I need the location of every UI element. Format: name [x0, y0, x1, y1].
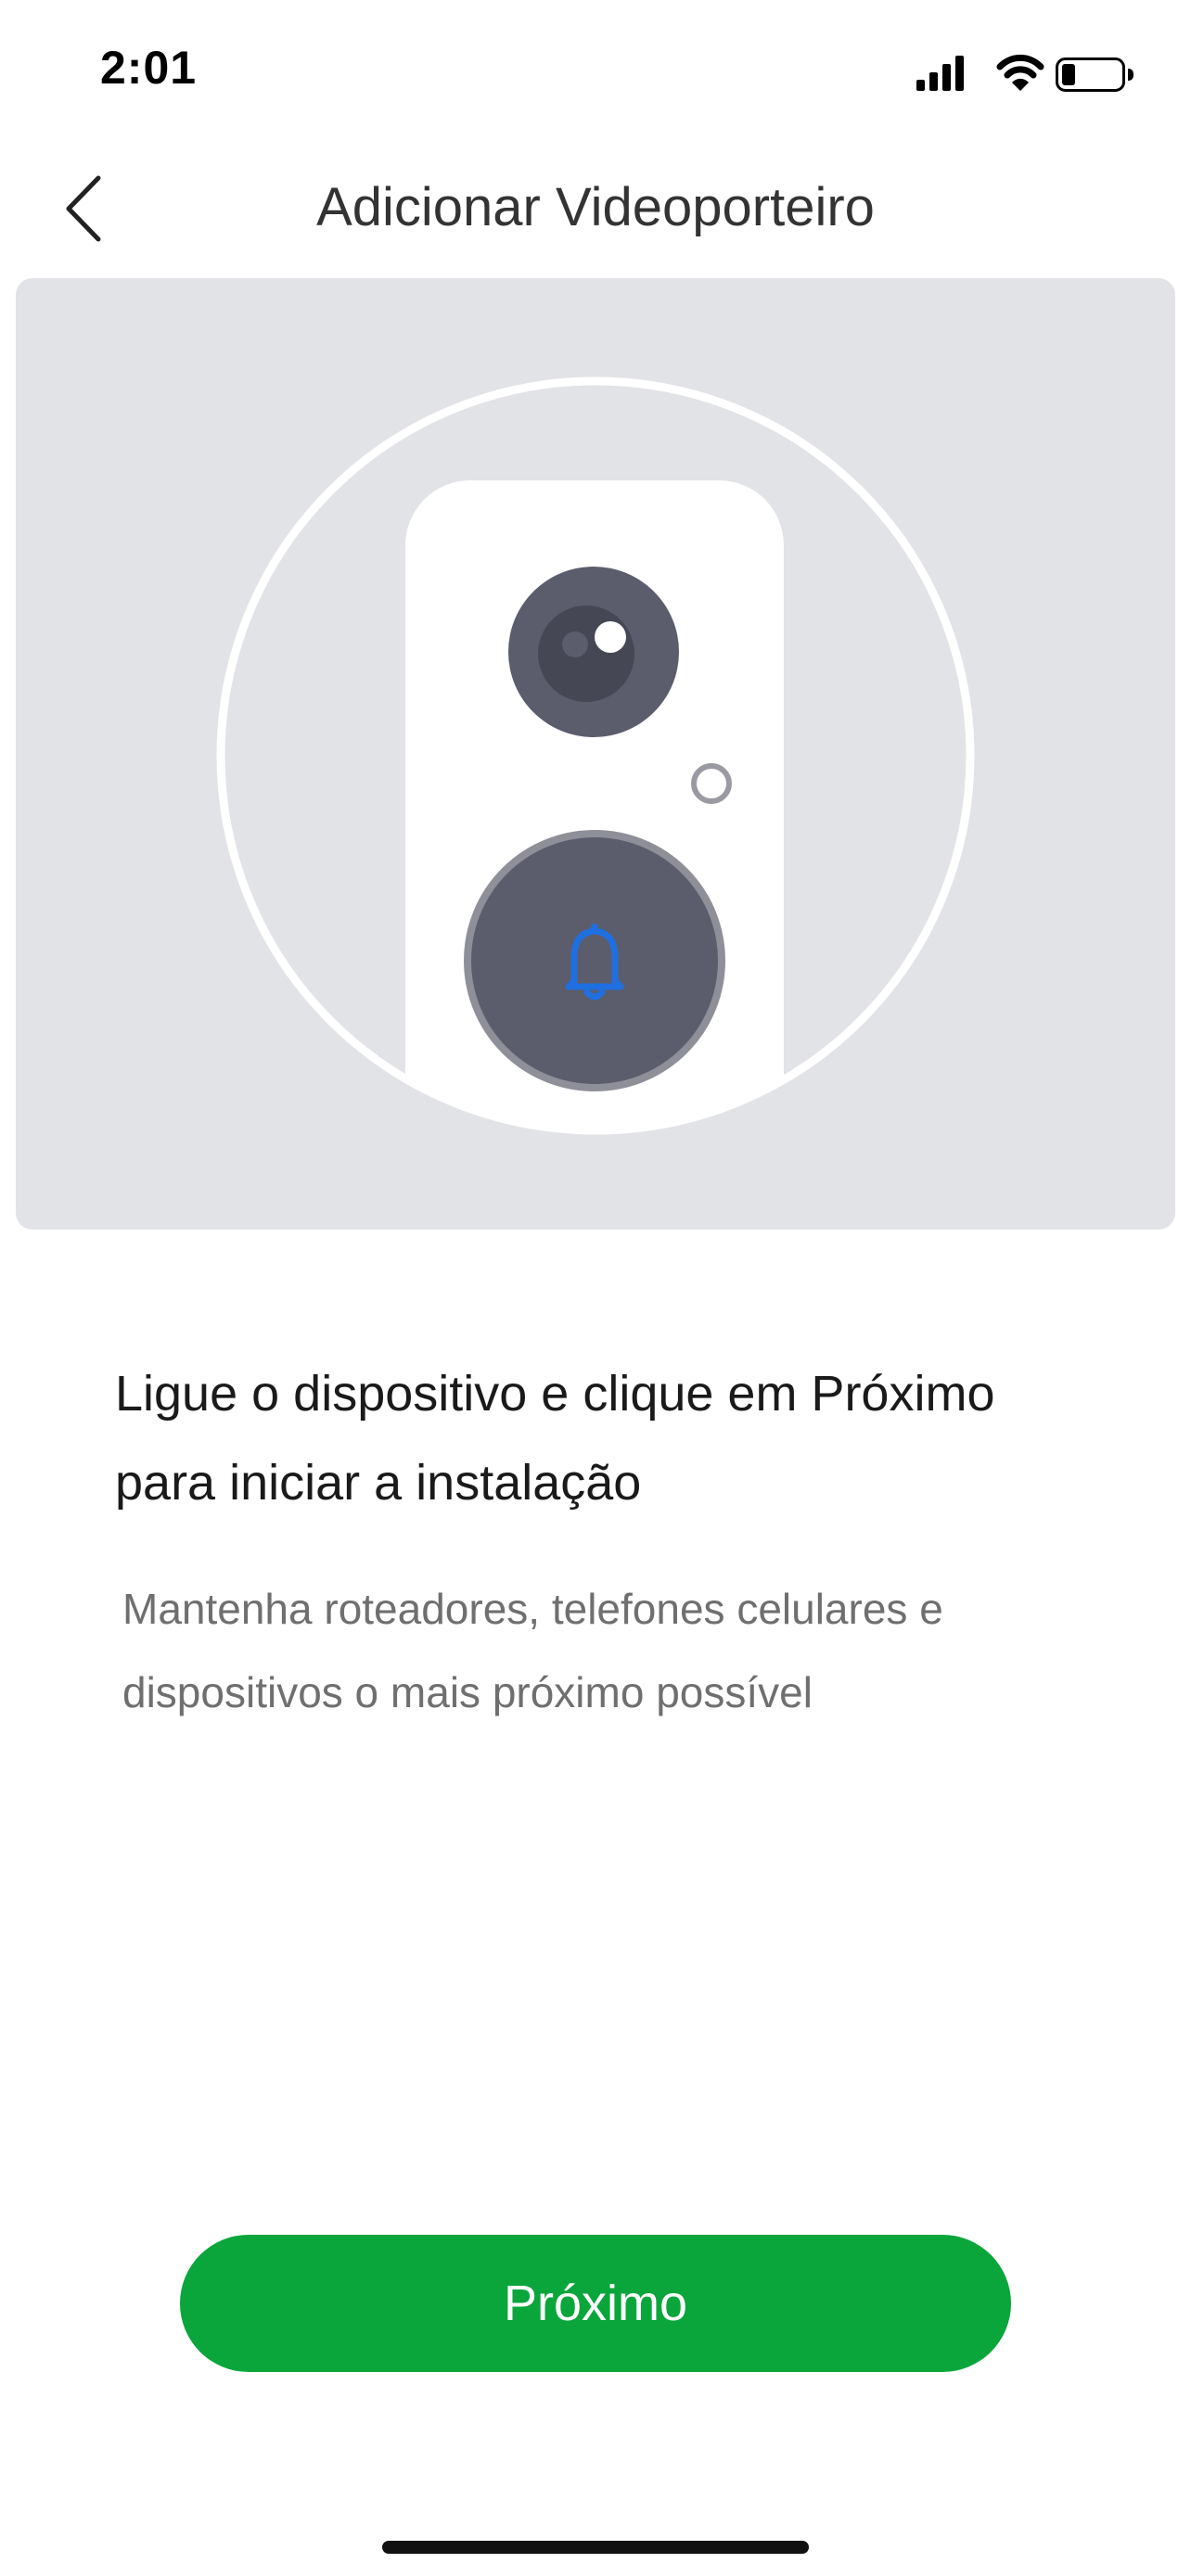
status-time: 2:01 — [100, 42, 198, 94]
instruction-text: Ligue o dispositivo e clique em Próximo … — [115, 1366, 995, 1511]
doorbell-button — [464, 830, 725, 1091]
navigation-bar: Adicionar Videoporteiro — [0, 158, 1191, 260]
video-doorbell-image — [216, 376, 975, 1135]
battery-icon — [1056, 57, 1133, 92]
camera-lens-inner — [538, 606, 634, 702]
cellular-signal-icon — [916, 56, 964, 91]
home-indicator — [382, 2541, 809, 2554]
status-bar: 2:01 — [0, 0, 1191, 139]
doorbell-illustration — [16, 278, 1175, 1230]
next-button[interactable]: Próximo — [180, 2235, 1011, 2372]
page-title: Adicionar Videoporteiro — [316, 177, 875, 237]
hint-text: Mantenha roteadores, telefones celulares… — [122, 1585, 943, 1716]
status-icons — [916, 54, 1133, 92]
camera-lens-glare — [595, 621, 626, 653]
wifi-icon — [996, 54, 1044, 91]
